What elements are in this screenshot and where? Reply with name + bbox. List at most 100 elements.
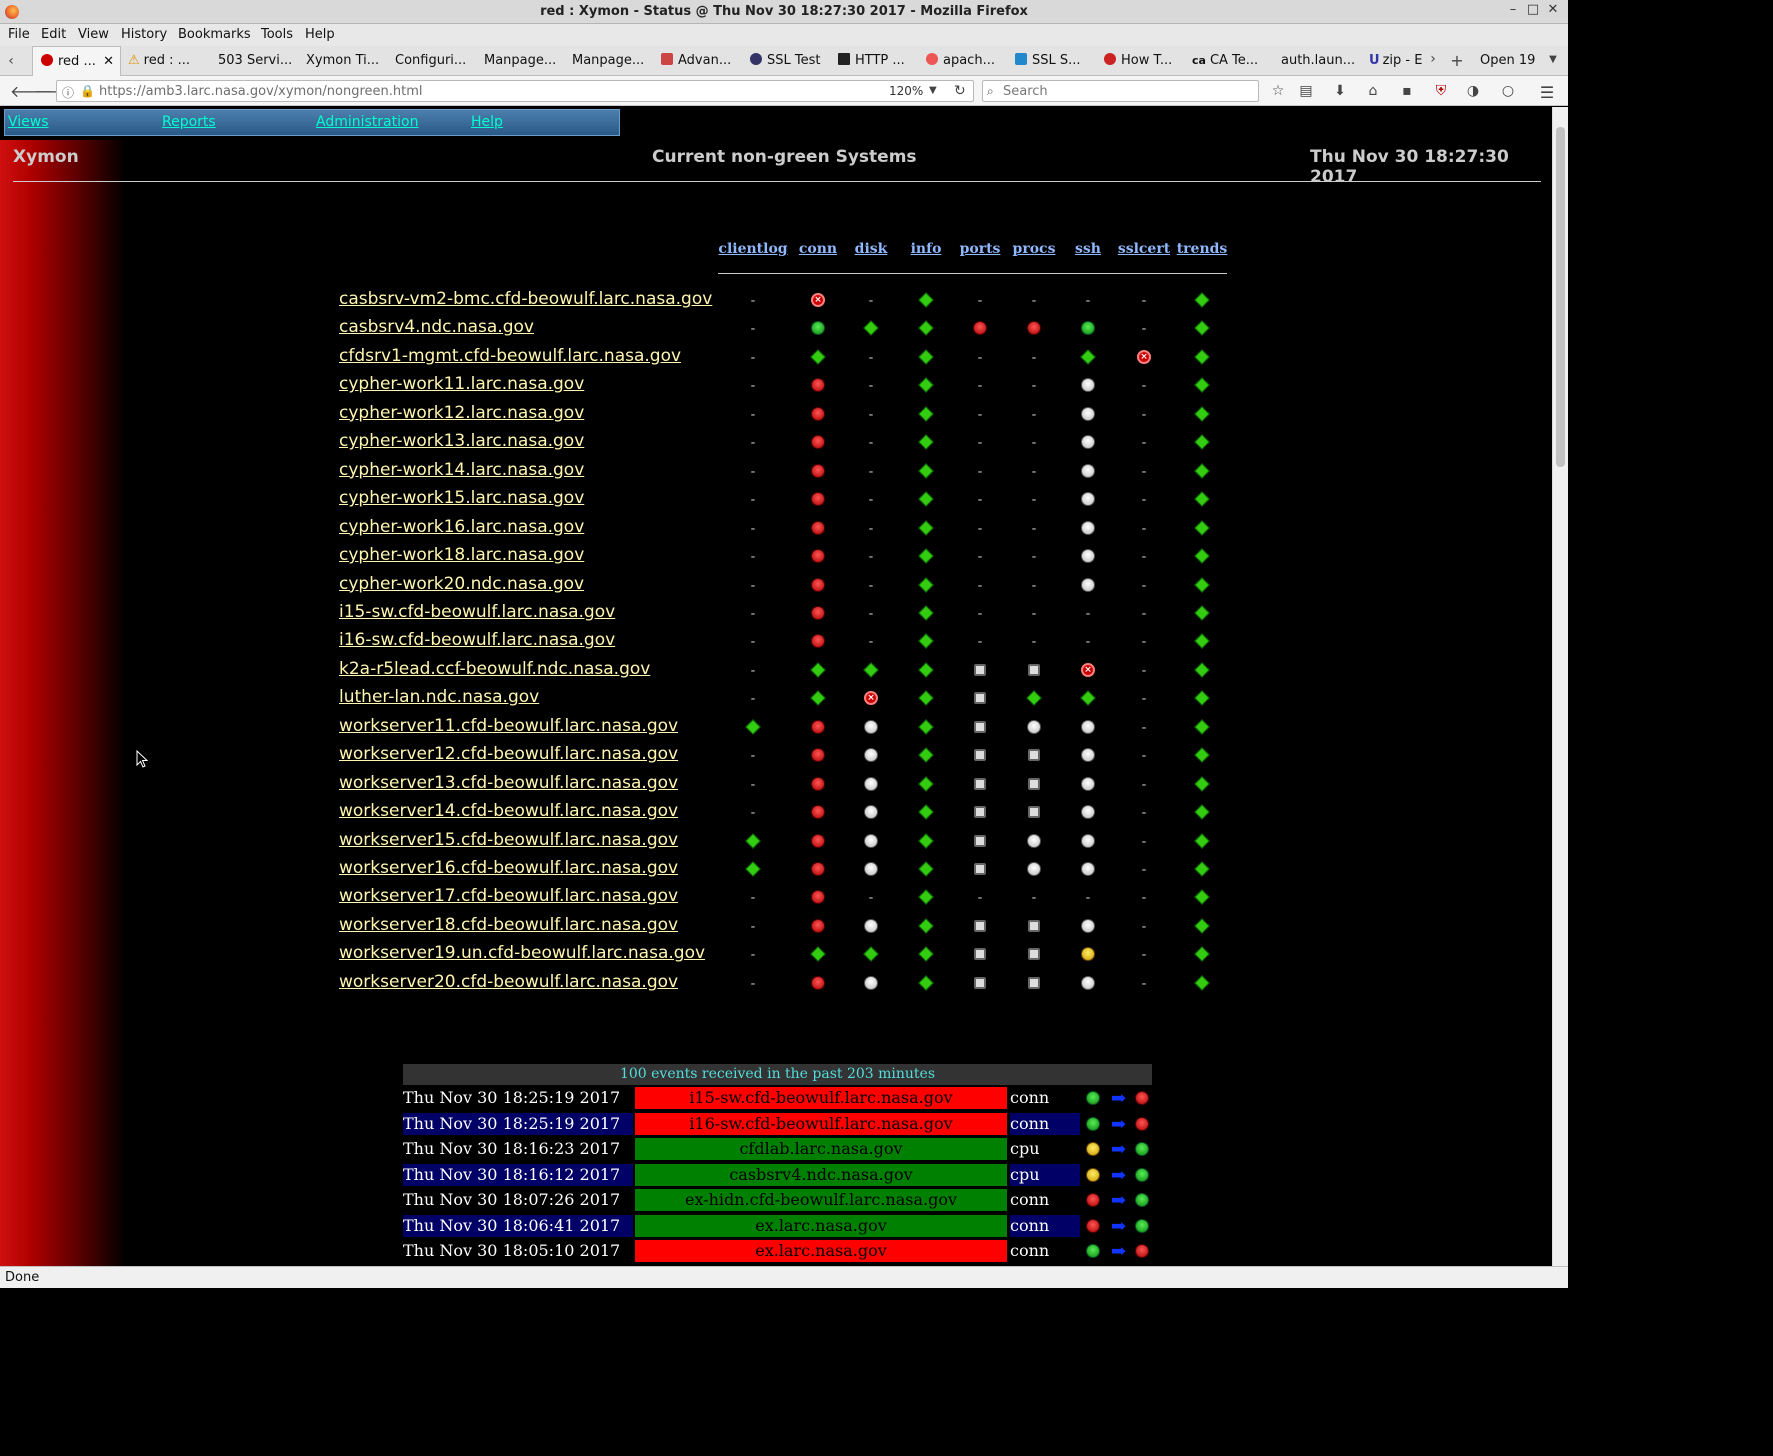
status-blue-disabled-icon[interactable]	[974, 948, 986, 961]
status-blue-disabled-icon[interactable]	[974, 919, 986, 932]
event-from-status-icon[interactable]	[1086, 1218, 1100, 1233]
info-icon[interactable]: ⓘ	[62, 84, 74, 101]
status-red-icon[interactable]	[811, 605, 825, 620]
column-header-disk[interactable]: disk	[855, 241, 888, 257]
status-red-icon[interactable]	[811, 577, 825, 592]
menu-administration-link[interactable]: Administration	[316, 114, 418, 130]
host-link[interactable]: casbsrv-vm2-bmc.cfd-beowulf.larc.nasa.go…	[339, 289, 712, 309]
status-green-diamond-icon[interactable]	[1194, 406, 1210, 422]
tab-16[interactable]: Uzip - E	[1369, 46, 1424, 76]
status-green-diamond-icon[interactable]	[1194, 491, 1210, 507]
host-link[interactable]: i16-sw.cfd-beowulf.larc.nasa.gov	[339, 630, 615, 650]
status-red-icon[interactable]	[811, 918, 825, 933]
status-blue-disabled-icon[interactable]	[974, 834, 986, 847]
status-clear-icon[interactable]	[864, 975, 878, 990]
status-blue-disabled-icon[interactable]	[974, 749, 986, 762]
status-clear-icon[interactable]	[1081, 748, 1095, 763]
event-to-status-icon[interactable]	[1135, 1244, 1149, 1258]
host-link[interactable]: luther-lan.ndc.nasa.gov	[339, 687, 539, 707]
menu-file[interactable]: File	[8, 27, 30, 42]
status-blue-disabled-icon[interactable]	[1028, 948, 1040, 961]
status-green-diamond-icon[interactable]	[918, 889, 934, 906]
tab-5[interactable]: Configuri...	[395, 46, 475, 76]
status-green-diamond-icon[interactable]	[1194, 718, 1210, 735]
event-test[interactable]: conn	[1010, 1087, 1080, 1109]
status-clear-icon[interactable]	[1081, 776, 1095, 791]
status-green-diamond-icon[interactable]	[1194, 633, 1210, 650]
status-blue-disabled-icon[interactable]	[974, 777, 986, 790]
status-green-diamond-icon[interactable]	[863, 662, 879, 678]
status-clear-icon[interactable]	[1081, 862, 1095, 876]
status-green-diamond-icon[interactable]	[810, 662, 826, 678]
status-clear-icon[interactable]	[1027, 862, 1041, 876]
forward-icon[interactable]: 🡒	[34, 81, 77, 101]
status-green-diamond-icon[interactable]	[918, 832, 934, 849]
status-red-icon[interactable]	[811, 833, 825, 848]
event-test[interactable]: cpu	[1010, 1163, 1080, 1186]
event-to-status-icon[interactable]	[1135, 1091, 1149, 1105]
menu-tools[interactable]: Tools	[261, 27, 293, 42]
tab-8[interactable]: Advan...	[661, 46, 741, 76]
column-header-sslcert[interactable]: sslcert	[1118, 241, 1170, 257]
status-clear-icon[interactable]	[1081, 918, 1095, 933]
status-clear-icon[interactable]	[1081, 975, 1095, 990]
close-tab-icon[interactable]: ✕	[103, 54, 114, 69]
event-host-link[interactable]: ex.larc.nasa.gov	[635, 1240, 1007, 1262]
host-link[interactable]: cypher-work11.larc.nasa.gov	[339, 374, 584, 394]
status-green-diamond-icon[interactable]	[918, 975, 934, 991]
status-green-diamond-icon[interactable]	[745, 718, 761, 735]
status-green-diamond-icon[interactable]	[918, 377, 934, 394]
extension-icon[interactable]: ▪	[1398, 83, 1416, 99]
status-blue-disabled-icon[interactable]	[974, 863, 986, 875]
status-green-icon[interactable]	[811, 321, 825, 336]
status-red-x-icon[interactable]: ×	[1081, 662, 1095, 677]
event-to-status-icon[interactable]	[1135, 1142, 1149, 1156]
scrollbar-thumb[interactable]	[1556, 127, 1565, 467]
host-link[interactable]: workserver18.cfd-beowulf.larc.nasa.gov	[339, 915, 678, 935]
event-host-link[interactable]: ex.larc.nasa.gov	[635, 1214, 1007, 1237]
status-clear-icon[interactable]	[1081, 435, 1095, 450]
status-green-diamond-icon[interactable]	[1194, 918, 1210, 934]
host-link[interactable]: cypher-work12.larc.nasa.gov	[339, 403, 584, 423]
status-green-diamond-icon[interactable]	[918, 519, 934, 536]
tab-3[interactable]: 503 Servi...	[218, 46, 298, 76]
host-link[interactable]: workserver15.cfd-beowulf.larc.nasa.gov	[339, 830, 678, 850]
tab-scroll-left-icon[interactable]: ‹	[2, 53, 20, 69]
status-green-diamond-icon[interactable]	[918, 775, 934, 792]
menu-reports-link[interactable]: Reports	[162, 114, 216, 130]
status-clear-icon[interactable]	[1081, 833, 1095, 848]
status-clear-icon[interactable]	[1081, 549, 1095, 564]
list-tabs-icon[interactable]: ▼	[1544, 54, 1562, 65]
status-red-icon[interactable]	[811, 975, 825, 990]
tab-7[interactable]: Manpage...	[572, 46, 652, 76]
status-green-diamond-icon[interactable]	[918, 946, 934, 963]
status-clear-icon[interactable]	[1081, 577, 1095, 592]
event-from-status-icon[interactable]	[1086, 1193, 1100, 1207]
status-green-diamond-icon[interactable]	[1194, 804, 1210, 820]
host-link[interactable]: cypher-work16.larc.nasa.gov	[339, 517, 584, 537]
open-tabs-count[interactable]: Open 19	[1480, 53, 1535, 68]
status-green-diamond-icon[interactable]	[1194, 832, 1210, 849]
status-clear-icon[interactable]	[1081, 406, 1095, 421]
event-host-link[interactable]: i16-sw.cfd-beowulf.larc.nasa.gov	[635, 1112, 1007, 1135]
status-green-diamond-icon[interactable]	[810, 690, 826, 707]
status-green-diamond-icon[interactable]	[1194, 462, 1210, 479]
status-blue-disabled-icon[interactable]	[974, 692, 986, 705]
event-from-status-icon[interactable]	[1086, 1091, 1100, 1105]
status-green-diamond-icon[interactable]	[1194, 519, 1210, 536]
host-link[interactable]: k2a-r5lead.ccf-beowulf.ndc.nasa.gov	[339, 659, 650, 679]
status-red-icon[interactable]	[811, 435, 825, 450]
event-test[interactable]: conn	[1010, 1189, 1080, 1211]
host-link[interactable]: cypher-work15.larc.nasa.gov	[339, 488, 584, 508]
status-green-diamond-icon[interactable]	[918, 633, 934, 650]
host-link[interactable]: workserver11.cfd-beowulf.larc.nasa.gov	[339, 716, 678, 736]
event-host-link[interactable]: casbsrv4.ndc.nasa.gov	[635, 1163, 1007, 1186]
status-green-diamond-icon[interactable]	[1080, 690, 1096, 707]
back-icon[interactable]: 🡐	[10, 81, 53, 101]
event-test[interactable]: cpu	[1010, 1138, 1080, 1160]
vertical-scrollbar[interactable]	[1552, 107, 1568, 1266]
hamburger-menu-icon[interactable]: ☰	[1538, 83, 1556, 102]
column-header-ports[interactable]: ports	[960, 241, 1001, 257]
status-green-diamond-icon[interactable]	[745, 861, 761, 877]
status-red-icon[interactable]	[811, 890, 825, 905]
